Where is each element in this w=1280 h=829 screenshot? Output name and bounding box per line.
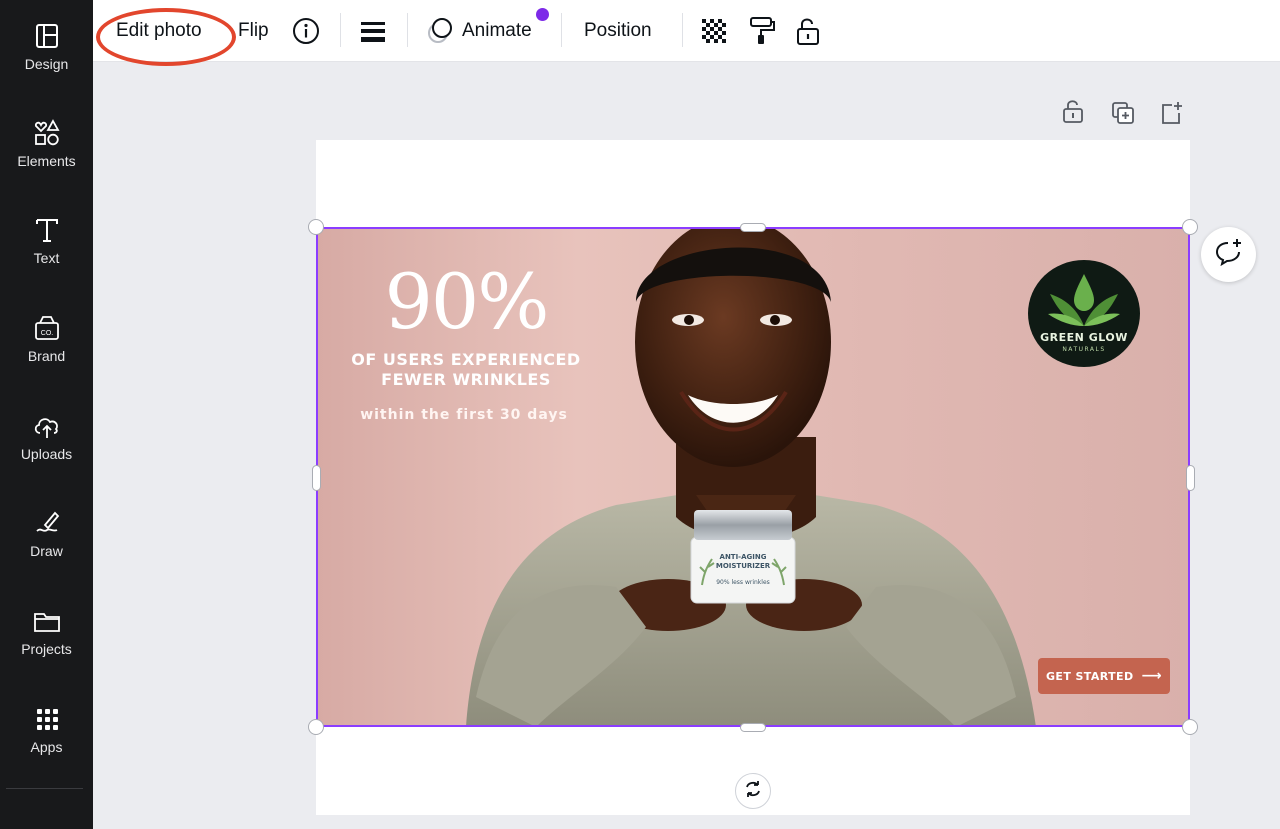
jar-title-line1: ANTI-AGING	[719, 553, 767, 561]
headline-percent: 90%	[384, 257, 550, 346]
resize-handle-top[interactable]	[740, 223, 766, 232]
logo-subtitle: NATURALS	[1062, 346, 1106, 353]
sidebar-item-label: Projects	[21, 641, 72, 657]
cloud-upload-icon	[31, 410, 63, 442]
lock-button[interactable]	[795, 0, 821, 62]
jar-title-line2: MOISTURIZER	[715, 562, 771, 570]
sidebar-item-label: Draw	[30, 543, 63, 559]
shapes-icon	[31, 117, 63, 149]
copy-style-button[interactable]	[748, 0, 776, 62]
sidebar-item-label: Text	[33, 250, 60, 266]
sidebar-item-label: Apps	[30, 739, 63, 755]
toolbar-separator	[407, 13, 408, 47]
transparency-checker-icon	[700, 17, 728, 45]
sidebar-divider	[6, 788, 83, 789]
info-button[interactable]	[292, 0, 320, 62]
toolbar-separator	[561, 13, 562, 47]
duplicate-page-button[interactable]	[1111, 101, 1135, 130]
add-page-button[interactable]	[1159, 101, 1183, 130]
transparency-button[interactable]	[700, 0, 728, 62]
arrow-right-icon: ⟶	[1141, 668, 1162, 684]
layout-icon	[31, 20, 63, 52]
info-icon	[292, 17, 320, 45]
svg-text:CO.: CO.	[40, 330, 53, 337]
resize-handle-top-right[interactable]	[1182, 219, 1198, 235]
context-toolbar	[93, 0, 1280, 62]
jar-title: ANTI-AGING MOISTURIZER	[691, 553, 795, 571]
comment-add-icon	[1214, 237, 1244, 272]
unlock-icon	[1062, 100, 1084, 128]
sidebar-item-label: Design	[24, 56, 69, 72]
product-jar: ANTI-AGING MOISTURIZER 90% less wrinkles	[691, 517, 795, 597]
toolbar-separator	[340, 13, 341, 47]
sidebar-item-brand[interactable]: CO. Brand	[0, 312, 93, 382]
sidebar-item-label: Uploads	[20, 446, 73, 462]
sidebar-item-uploads[interactable]: Uploads	[0, 410, 93, 480]
selected-photo[interactable]: ANTI-AGING MOISTURIZER 90% less wrinkles…	[316, 227, 1190, 727]
flip-button[interactable]: Flip	[238, 0, 269, 62]
tagline: within the first 30 days	[360, 407, 568, 423]
sidebar-item-projects[interactable]: Projects	[0, 605, 93, 675]
text-icon	[31, 214, 63, 246]
border-style-button[interactable]	[360, 0, 386, 62]
grid-icon	[31, 703, 63, 735]
resize-handle-bottom-left[interactable]	[308, 719, 324, 735]
brand-icon: CO.	[31, 312, 63, 344]
left-sidebar: Design Elements Text CO. Brand Uploads D…	[0, 0, 93, 829]
sidebar-item-elements[interactable]: Elements	[0, 117, 93, 187]
cta-label: GET STARTED	[1046, 669, 1134, 683]
brand-logo: GREEN GLOW NATURALS	[1028, 260, 1140, 367]
sidebar-item-design[interactable]: Design	[0, 20, 93, 90]
sidebar-item-apps[interactable]: Apps	[0, 703, 93, 773]
sidebar-item-label: Brand	[27, 348, 66, 364]
position-button[interactable]: Position	[584, 0, 652, 62]
rotate-button[interactable]	[735, 773, 771, 809]
sidebar-item-text[interactable]: Text	[0, 214, 93, 284]
border-weight-icon	[360, 18, 386, 44]
resize-handle-top-left[interactable]	[308, 219, 324, 235]
animate-label: Animate	[462, 20, 532, 41]
logo-wordmark: GREEN GLOW	[1040, 331, 1128, 344]
edit-photo-button[interactable]: Edit photo	[116, 0, 202, 62]
sidebar-item-label: Elements	[17, 153, 76, 169]
duplicate-icon	[1111, 102, 1135, 129]
lock-page-button[interactable]	[1062, 98, 1084, 129]
get-started-button[interactable]: GET STARTED ⟶	[1038, 658, 1170, 694]
animate-icon	[426, 17, 454, 45]
folder-icon	[31, 605, 63, 637]
resize-handle-left[interactable]	[312, 465, 321, 491]
subheadline-line2: FEWER WRINKLES	[381, 370, 551, 389]
subheadline: OF USERS EXPERIENCED FEWER WRINKLES	[316, 350, 616, 390]
rotate-icon	[743, 779, 763, 804]
toolbar-separator	[682, 13, 683, 47]
animate-button[interactable]: Animate	[426, 0, 532, 62]
paint-roller-icon	[748, 16, 776, 46]
sidebar-item-draw[interactable]: Draw	[0, 507, 93, 577]
unlock-icon	[795, 16, 821, 46]
notification-dot	[536, 8, 549, 21]
resize-handle-bottom[interactable]	[740, 723, 766, 732]
resize-handle-bottom-right[interactable]	[1182, 719, 1198, 735]
add-comment-button[interactable]	[1201, 227, 1256, 282]
pen-icon	[31, 507, 63, 539]
jar-subtitle: 90% less wrinkles	[716, 579, 770, 586]
resize-handle-right[interactable]	[1186, 465, 1195, 491]
add-page-icon	[1159, 102, 1183, 129]
subheadline-line1: OF USERS EXPERIENCED	[351, 350, 581, 369]
